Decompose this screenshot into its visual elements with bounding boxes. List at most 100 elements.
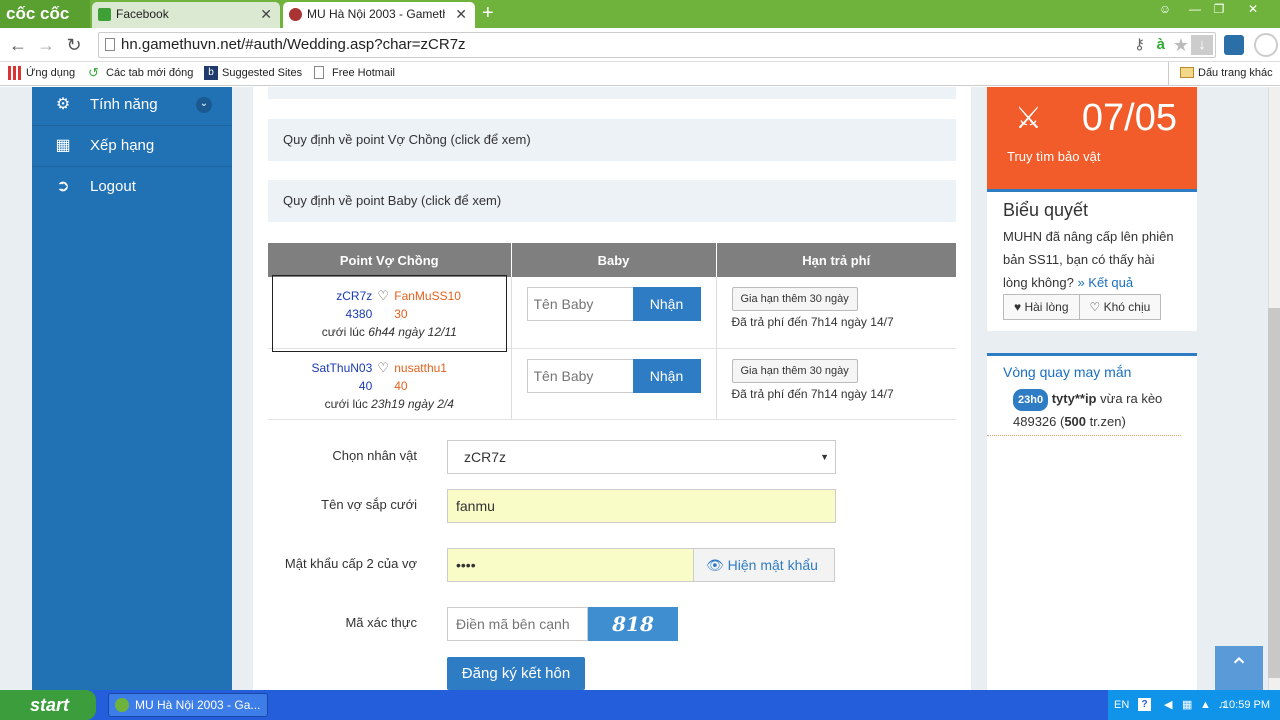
coccoc-logo[interactable]: cốc cốc <box>0 0 90 28</box>
logout-icon: ➲ <box>56 178 70 195</box>
fee-cell: Gia hạn thêm 30 ngày Đã trả phí đến 7h14… <box>716 277 956 349</box>
taskbar-window-item[interactable]: MU Hà Nội 2003 - Ga... <box>108 693 268 717</box>
history-icon: ↺ <box>88 65 99 80</box>
char-label: Chọn nhân vật <box>332 448 417 463</box>
baby-name-input[interactable] <box>526 358 633 393</box>
signal-icon[interactable]: ▲ <box>1200 690 1211 720</box>
browser-icon <box>115 698 129 712</box>
sidebar-item-ranking[interactable]: ▦ Xếp hạng <box>32 126 232 167</box>
forward-icon[interactable]: → <box>36 36 56 54</box>
baby-name-input[interactable] <box>526 287 633 321</box>
help-icon[interactable]: ? <box>1138 698 1151 711</box>
scroll-to-top-button[interactable]: ⌃ <box>1215 646 1263 690</box>
sidebar: ⚙ Tính năng ⌄ ▦ Xếp hạng ➲ Logout <box>32 87 232 690</box>
fee-cell: Gia hạn thêm 30 ngày Đã trả phí đến 7h14… <box>716 348 956 420</box>
browser-tab-bar: cốc cốc Facebook ✕ MU Hà Nội 2003 - Game… <box>0 0 1280 28</box>
info-box-partial <box>268 87 956 99</box>
restore-icon[interactable]: ❐ <box>1208 1 1230 17</box>
close-tab-icon[interactable]: ✕ <box>452 2 467 26</box>
sidebar-item-logout[interactable]: ➲ Logout <box>32 167 232 208</box>
poll-result-link[interactable]: » Kết quả <box>1077 275 1133 290</box>
back-icon[interactable]: ← <box>8 36 28 54</box>
scrollbar-thumb[interactable] <box>1268 308 1280 678</box>
register-wedding-button[interactable]: Đăng ký kết hôn <box>447 657 585 690</box>
husband-name[interactable]: SatThuN03 <box>304 359 373 377</box>
renew-button[interactable]: Gia hạn thêm 30 ngày <box>731 287 858 311</box>
bing-icon: b <box>204 66 218 80</box>
minimize-icon[interactable]: — <box>1184 1 1206 17</box>
wife-name-input[interactable]: fanmu <box>447 489 836 523</box>
wife-name[interactable]: nusatthu1 <box>394 359 474 377</box>
captcha-input[interactable] <box>447 607 588 641</box>
user-icon[interactable]: ☺ <box>1154 1 1176 17</box>
treasure-label: Truy tìm bảo vật <box>1007 149 1101 164</box>
bookmark-suggested[interactable]: b Suggested Sites <box>204 66 302 80</box>
tab-mu-hanoi[interactable]: MU Hà Nội 2003 - GamethuVN ✕ <box>283 2 475 28</box>
apps-grid-icon <box>8 66 22 80</box>
navigation-bar: ← → ↻ hn.gamethuvn.net/#auth/Wedding.asp… <box>0 28 1280 62</box>
captcha-image: 818 <box>588 607 678 641</box>
network-icon[interactable]: ▦ <box>1182 690 1192 720</box>
bookmark-hotmail[interactable]: Free Hotmail <box>314 66 395 80</box>
eye-icon: 👁 <box>706 557 724 573</box>
star-icon[interactable]: ★ <box>1173 33 1189 57</box>
receive-baby-button[interactable]: Nhận <box>632 358 701 393</box>
lucky-wheel-box: Vòng quay may mắn 23h0 tyty**ip vừa ra k… <box>987 353 1197 690</box>
bookmark-apps[interactable]: Ứng dụng <box>8 66 75 80</box>
tab-facebook[interactable]: Facebook ✕ <box>92 2 280 28</box>
character-select-value: zCR7z <box>464 449 507 465</box>
download-icon[interactable]: ↓ <box>1191 35 1213 55</box>
married-prefix: cưới lúc <box>324 396 372 411</box>
column-header: Point Vợ Chồng <box>268 243 512 277</box>
close-tab-icon[interactable]: ✕ <box>260 2 272 26</box>
reload-icon[interactable]: ↻ <box>64 36 84 54</box>
rule-couple-link[interactable]: Quy định về point Vợ Chồng (click để xem… <box>268 119 956 161</box>
close-window-icon[interactable]: ✕ <box>1242 1 1264 17</box>
husband-points: 40 <box>358 378 373 393</box>
treasure-hunt-banner[interactable]: ⚔ 07/05 Truy tìm bảo vật <box>987 87 1197 189</box>
married-time: 23h19 ngày 2/4 <box>371 396 454 411</box>
table-row: SatThuN03 ♡ nusatthu1 40 40 cưới lúc 23h19 … <box>268 348 956 420</box>
clock[interactable]: 10:59 PM <box>1223 690 1270 720</box>
address-bar[interactable]: hn.gamethuvn.net/#auth/Wedding.asp?char=… <box>98 32 1216 58</box>
arrow-icon[interactable]: ◀ <box>1164 690 1172 720</box>
poll-title: Biểu quyết <box>1003 200 1089 220</box>
translate-icon[interactable]: à <box>1157 33 1165 57</box>
captcha-label: Mã xác thực <box>345 615 417 630</box>
start-button[interactable]: start <box>0 690 96 720</box>
poll-satisfied-button[interactable]: ♥ Hài lòng <box>1003 294 1080 320</box>
key-icon[interactable]: ⚷ <box>1134 33 1145 57</box>
bookmarks-bar: Ứng dụng ↺ Các tab mới đóng b Suggested Si… <box>0 62 1280 86</box>
lucky-wheel-title[interactable]: Vòng quay may mắn <box>987 356 1197 388</box>
language-indicator[interactable]: EN <box>1114 690 1129 720</box>
paid-until-text: Đã trả phí đến 7h14 ngày 14/7 <box>731 315 894 329</box>
bookmark-other[interactable]: Dấu trang khác <box>1180 66 1273 80</box>
treasure-date: 07/05 <box>1081 97 1177 139</box>
show-password-button[interactable]: 👁 Hiện mật khẩu <box>693 548 835 582</box>
password-label: Mật khẩu cấp 2 của vợ <box>284 556 417 571</box>
wife-label: Tên vợ sắp cưới <box>321 497 417 512</box>
heart-icon: ♡ <box>377 359 390 375</box>
poll-question: MUHN đã nâng cấp lên phiên bản SS11, bạn… <box>1003 229 1174 290</box>
character-select[interactable]: zCR7z ▼ <box>447 440 836 474</box>
profile-icon[interactable] <box>1254 33 1278 57</box>
bookmark-closed-tabs[interactable]: ↺ Các tab mới đóng <box>88 66 193 80</box>
rule-baby-link[interactable]: Quy định về point Baby (click để xem) <box>268 180 956 222</box>
receive-baby-button[interactable]: Nhận <box>632 287 701 321</box>
password-input[interactable]: •••• <box>447 548 694 582</box>
renew-button[interactable]: Gia hạn thêm 30 ngày <box>731 358 858 383</box>
broken-heart-icon: ♡ <box>1089 300 1101 314</box>
chevron-down-icon[interactable]: ⌄ <box>196 97 212 113</box>
new-tab-button[interactable]: + <box>482 3 494 23</box>
folder-icon <box>1180 67 1194 78</box>
lucky-wheel-entry: 23h0 tyty**ip vừa ra kèo 489326 (500 tr.… <box>987 388 1181 436</box>
extension-icon[interactable] <box>1224 35 1244 55</box>
page-icon <box>314 66 324 79</box>
facebook-favicon-icon <box>98 8 111 21</box>
time-badge: 23h0 <box>1013 389 1049 411</box>
spin-user: tyty**ip <box>1051 391 1097 406</box>
heart-icon: ♥ <box>1014 300 1022 314</box>
couple-cell: SatThuN03 ♡ nusatthu1 40 40 cưới lúc 23h19 … <box>268 348 512 420</box>
sidebar-item-features[interactable]: ⚙ Tính năng ⌄ <box>32 85 232 126</box>
poll-unsatisfied-button[interactable]: ♡ Khó chịu <box>1078 294 1162 320</box>
